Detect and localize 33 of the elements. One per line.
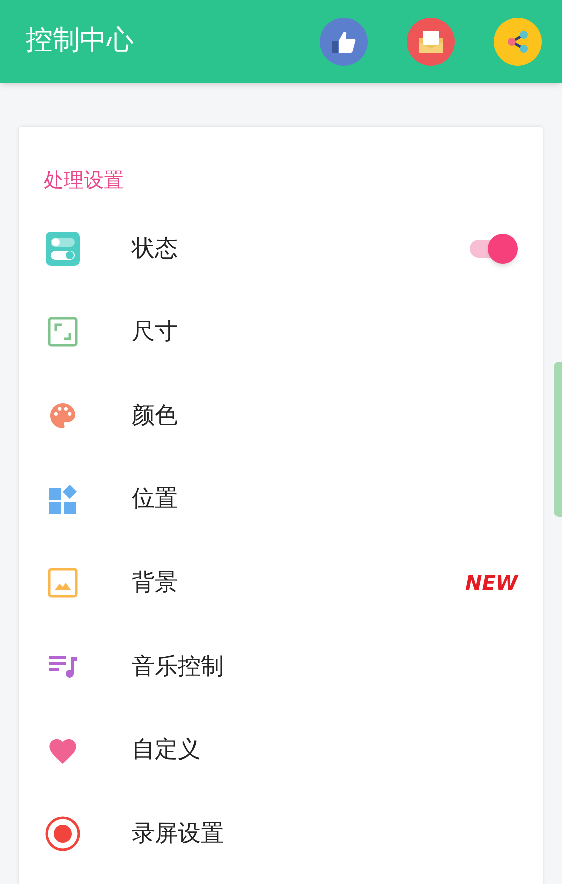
- settings-row[interactable]: 位置: [19, 458, 543, 542]
- envelope-icon: [418, 30, 444, 54]
- image-icon: [48, 568, 78, 598]
- toggle-switch[interactable]: [468, 234, 518, 264]
- app-title: 控制中心: [26, 24, 135, 58]
- row-label: 颜色: [132, 402, 179, 431]
- settings-row[interactable]: 颜色: [19, 374, 543, 458]
- mail-button[interactable]: [407, 18, 455, 66]
- frame-icon: [48, 317, 78, 348]
- row-label: 音乐控制: [132, 652, 225, 682]
- like-button[interactable]: [320, 18, 368, 66]
- new-label: NEW: [466, 570, 518, 598]
- row-label: 位置: [132, 485, 179, 514]
- toggle-icon: [46, 232, 80, 266]
- thumbs-up-icon: [331, 30, 357, 54]
- settings-row[interactable]: 自定义: [19, 708, 543, 792]
- row-label: 状态: [132, 234, 179, 264]
- section-title: 处理设置: [43, 167, 125, 194]
- row-label: 自定义: [132, 736, 202, 766]
- row-label: 尺寸: [132, 318, 179, 348]
- settings-row[interactable]: 音乐控制: [19, 624, 543, 709]
- record-icon: [45, 816, 81, 852]
- settings-row[interactable]: 背景 NEW: [19, 541, 543, 625]
- palette-icon: [48, 400, 78, 431]
- widgets-icon: [48, 484, 78, 515]
- scrollbar[interactable]: [554, 362, 562, 517]
- share-button[interactable]: [494, 18, 542, 66]
- row-label: 背景: [132, 568, 179, 598]
- settings-row[interactable]: 状态: [19, 207, 543, 291]
- row-label: 录屏设置: [132, 820, 225, 849]
- settings-row[interactable]: 录屏设置: [19, 792, 543, 876]
- settings-row[interactable]: 尺寸: [19, 290, 543, 374]
- share-icon: [505, 30, 531, 54]
